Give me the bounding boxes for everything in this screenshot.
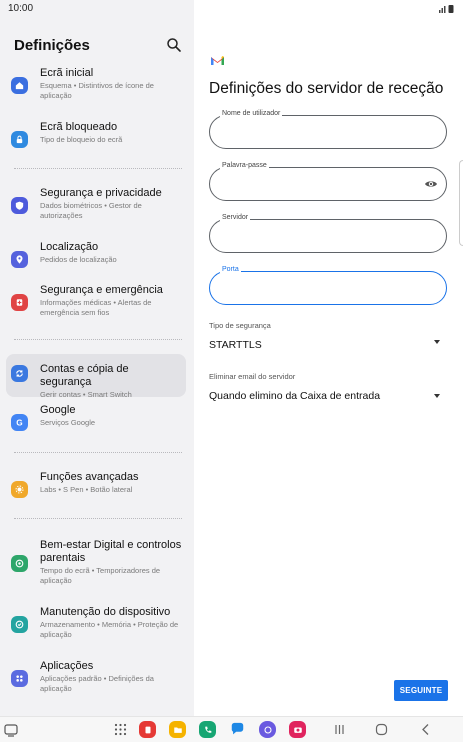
- divider: [14, 518, 182, 519]
- item-subtitle: Gerir contas • Smart Switch: [40, 390, 132, 399]
- page-title: Definições do servidor de receção: [209, 80, 444, 97]
- item-title: Ecrã inicial: [40, 67, 94, 79]
- screenshot-icon[interactable]: [4, 723, 18, 737]
- location-icon: [11, 251, 28, 268]
- item-title: Ecrã bloqueado: [40, 121, 118, 133]
- item-subtitle: Tempo do ecrã • Temporizadores de aplica…: [40, 566, 161, 585]
- item-title: Segurança e emergência: [40, 284, 163, 296]
- internet-icon[interactable]: [259, 721, 276, 738]
- server-field[interactable]: Servidor: [209, 214, 447, 253]
- username-input[interactable]: [222, 124, 412, 136]
- username-field[interactable]: Nome de utilizador: [209, 110, 447, 149]
- emergency-icon: [11, 294, 28, 311]
- wellbeing-icon: [11, 555, 28, 572]
- next-button[interactable]: SEGUINTE: [394, 680, 448, 701]
- item-subtitle: Dados biométricos • Gestor de autorizaçõ…: [40, 201, 142, 220]
- settings-item-security-privacy[interactable]: Segurança e privacidade Dados biométrico…: [6, 187, 186, 227]
- password-field[interactable]: Palavra-passe: [209, 162, 447, 201]
- settings-item-accounts-backup[interactable]: Contas e cópia de segurança Gerir contas…: [6, 354, 186, 399]
- item-subtitle: Esquema • Distintivos de ícone de aplica…: [40, 81, 154, 100]
- settings-item-advanced-features[interactable]: Funções avançadas Labs • S Pen • Botão l…: [6, 471, 186, 501]
- google-icon: G: [11, 414, 28, 431]
- divider: [14, 168, 182, 169]
- back-icon[interactable]: [417, 721, 434, 738]
- item-subtitle: Pedidos de localização: [40, 255, 117, 264]
- home-icon: [11, 77, 28, 94]
- item-title: Funções avançadas: [40, 471, 139, 483]
- sync-icon: [11, 365, 28, 382]
- item-title: Segurança e privacidade: [40, 187, 162, 199]
- port-field[interactable]: Porta: [209, 266, 447, 305]
- settings-pane: 10:00 Definições Ecrã inicial Esquema • …: [0, 0, 194, 716]
- settings-item-digital-wellbeing[interactable]: Bem-estar Digital e controlos parentais …: [6, 539, 186, 591]
- shield-icon: [11, 197, 28, 214]
- app-drawer-icon[interactable]: [112, 721, 129, 738]
- settings-item-safety-emergency[interactable]: Segurança e emergência Informações médic…: [6, 284, 186, 324]
- delete-email-dropdown[interactable]: Quando elimino da Caixa de entrada: [194, 384, 463, 406]
- settings-item-google[interactable]: G Google Serviços Google: [6, 404, 186, 434]
- item-title: Bem-estar Digital e controlos parentais: [40, 539, 182, 564]
- item-subtitle: Aplicações padrão • Definições da aplica…: [40, 674, 154, 693]
- lock-icon: [11, 131, 28, 148]
- home-button-icon[interactable]: [373, 721, 390, 738]
- phone-app-icon[interactable]: [199, 721, 216, 738]
- item-title: Google: [40, 404, 76, 416]
- search-icon[interactable]: [166, 37, 182, 53]
- port-input[interactable]: [222, 280, 412, 292]
- port-label: Porta: [220, 266, 241, 273]
- security-type-label: Tipo de segurança: [209, 321, 271, 330]
- settings-item-location[interactable]: Localização Pedidos de localização: [6, 241, 186, 271]
- server-label: Servidor: [220, 214, 251, 221]
- settings-title: Definições: [14, 37, 90, 54]
- item-subtitle: Informações médicas • Alertas de emergên…: [40, 298, 152, 317]
- dropdown-arrow-icon: [434, 394, 440, 398]
- server-input[interactable]: [222, 228, 412, 240]
- my-files-icon[interactable]: [169, 721, 186, 738]
- gmail-icon: [211, 56, 224, 65]
- divider: [14, 339, 182, 340]
- app-red-icon[interactable]: [139, 721, 156, 738]
- advanced-features-icon: [11, 481, 28, 498]
- delete-email-value: Quando elimino da Caixa de entrada: [209, 390, 381, 402]
- settings-item-lock-screen[interactable]: Ecrã bloqueado Tipo de bloqueio do ecrã: [6, 121, 186, 151]
- item-subtitle: Tipo de bloqueio do ecrã: [40, 135, 123, 144]
- settings-item-device-care[interactable]: Manutenção do dispositivo Armazenamento …: [6, 606, 186, 646]
- item-title: Localização: [40, 241, 99, 253]
- show-password-icon[interactable]: [424, 178, 438, 190]
- divider: [14, 452, 182, 453]
- server-settings-pane: Definições do servidor de receção Nome d…: [194, 0, 463, 716]
- item-title: Aplicações: [40, 660, 94, 672]
- item-subtitle: Labs • S Pen • Botão lateral: [40, 485, 133, 494]
- security-type-value: STARTTLS: [209, 339, 262, 351]
- security-type-dropdown[interactable]: STARTTLS: [194, 333, 463, 355]
- item-title: Contas e cópia de segurança: [40, 363, 129, 388]
- camera-icon[interactable]: [289, 721, 306, 738]
- item-title: Manutenção do dispositivo: [40, 606, 171, 618]
- delete-email-label: Eliminar email do servidor: [209, 372, 296, 381]
- svg-text:G: G: [16, 418, 22, 427]
- battery-signal-icon: [439, 5, 454, 13]
- username-label: Nome de utilizador: [220, 110, 283, 117]
- messages-icon[interactable]: [229, 721, 246, 738]
- device-care-icon: [11, 616, 28, 633]
- settings-item-home-screen[interactable]: Ecrã inicial Esquema • Distintivos de íc…: [6, 67, 186, 107]
- edge-panel-handle[interactable]: [459, 160, 463, 246]
- recent-apps-icon[interactable]: [331, 721, 348, 738]
- item-subtitle: Serviços Google: [40, 418, 96, 427]
- navigation-bar: [0, 716, 463, 742]
- dropdown-arrow-icon: [434, 340, 440, 344]
- password-label: Palavra-passe: [220, 162, 269, 169]
- apps-icon: [11, 670, 28, 687]
- settings-item-apps[interactable]: Aplicações Aplicações padrão • Definiçõe…: [6, 660, 186, 700]
- item-subtitle: Armazenamento • Memória • Proteção de ap…: [40, 620, 179, 639]
- password-input[interactable]: [222, 176, 412, 188]
- status-time: 10:00: [8, 3, 34, 14]
